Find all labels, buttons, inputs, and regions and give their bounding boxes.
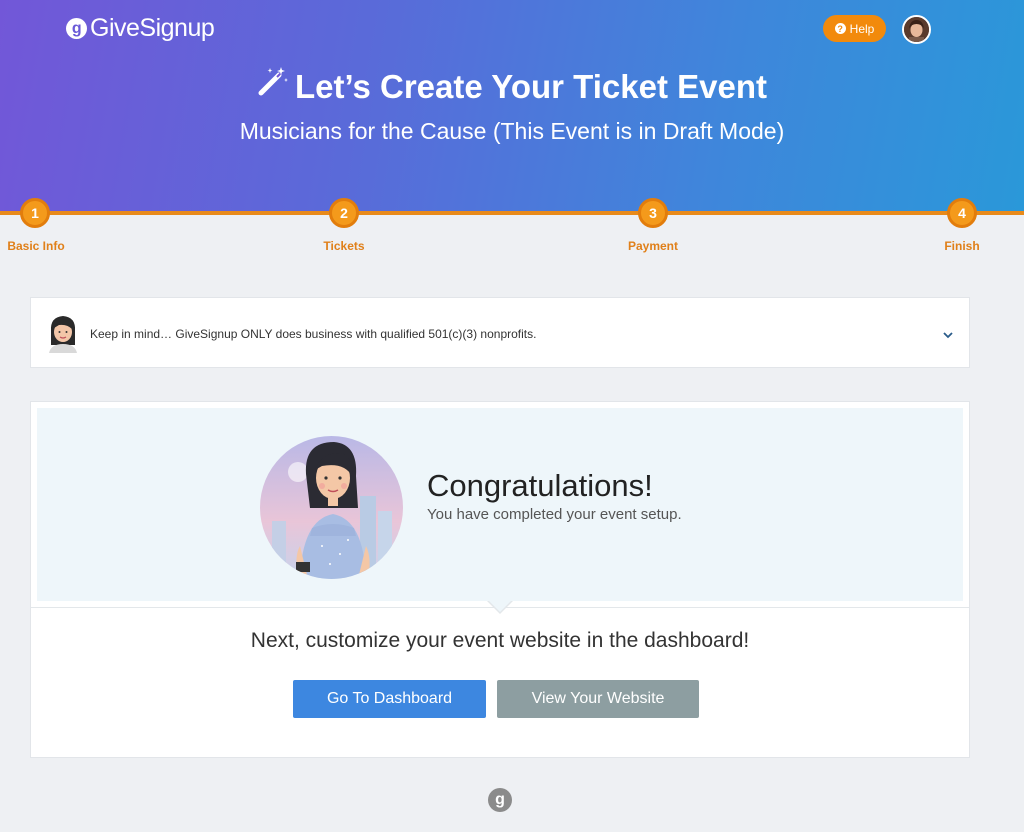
progress-bar <box>0 211 1024 215</box>
nonprofit-notice[interactable]: Keep in mind… GiveSignup ONLY does busin… <box>30 297 970 368</box>
help-label: Help <box>849 21 875 36</box>
footer-logo-icon[interactable]: g <box>488 788 512 812</box>
congratulations-heading: Congratulations! <box>427 468 653 503</box>
mascot-avatar <box>45 313 81 353</box>
step-4-circle[interactable]: 4 <box>947 198 977 228</box>
view-website-button[interactable]: View Your Website <box>497 680 699 718</box>
step-1-circle[interactable]: 1 <box>20 198 50 228</box>
step-3-circle[interactable]: 3 <box>638 198 668 228</box>
chevron-down-icon[interactable] <box>942 327 954 339</box>
next-steps-text: Next, customize your event website in th… <box>250 629 750 652</box>
help-button[interactable]: ? Help <box>823 15 886 42</box>
logo-mark-icon: g <box>66 18 87 39</box>
step-1-label[interactable]: Basic Info <box>0 239 96 253</box>
completion-banner <box>37 408 963 601</box>
celebration-illustration <box>260 436 403 579</box>
question-icon: ? <box>834 23 846 34</box>
event-subtitle: Musicians for the Cause (This Event is i… <box>239 118 785 144</box>
step-4-label[interactable]: Finish <box>902 239 1022 253</box>
page-title-text: Let’s Create Your Ticket Event <box>295 68 767 105</box>
step-3-label[interactable]: Payment <box>593 239 713 253</box>
step-2-circle[interactable]: 2 <box>329 198 359 228</box>
completion-card: Congratulations! You have completed your… <box>30 401 970 758</box>
pointer-arrow-fill <box>488 600 512 612</box>
go-to-dashboard-button[interactable]: Go To Dashboard <box>293 680 486 718</box>
user-avatar[interactable] <box>902 15 931 44</box>
notice-text: Keep in mind… GiveSignup ONLY does busin… <box>90 327 537 341</box>
page-title: Let’s Create Your Ticket Event <box>0 65 1024 106</box>
givesignup-logo[interactable]: g GiveSignup <box>66 14 215 43</box>
logo-text: GiveSignup <box>90 14 215 42</box>
magic-wand-icon <box>257 65 289 105</box>
completion-message: You have completed your event setup. <box>427 506 682 523</box>
step-2-label[interactable]: Tickets <box>284 239 404 253</box>
